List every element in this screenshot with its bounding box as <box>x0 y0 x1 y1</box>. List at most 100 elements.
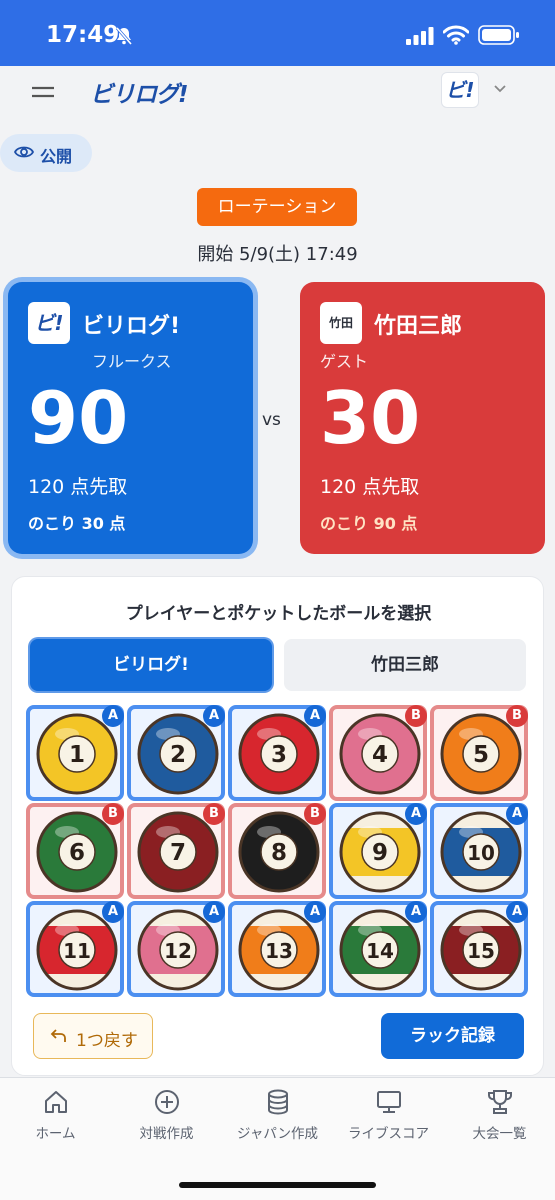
ball-number: 1 <box>69 742 85 768</box>
ball-owner-badge: A <box>405 901 427 923</box>
battery-icon <box>478 25 519 45</box>
ball-4-button[interactable]: 4B <box>329 705 427 801</box>
nav-home[interactable]: ホーム <box>0 1088 111 1142</box>
tab-player-a[interactable]: ビリログ! <box>30 639 272 691</box>
ball-6-button[interactable]: 6B <box>26 803 124 899</box>
ball-3-button[interactable]: 3A <box>228 705 326 801</box>
player-b-remaining: のこり 90 点 <box>320 514 418 533</box>
nav-japan-create[interactable]: ジャパン作成 <box>222 1088 333 1142</box>
ball-9-button[interactable]: 9A <box>329 803 427 899</box>
ball-7-button[interactable]: 7B <box>127 803 225 899</box>
trophy-icon <box>487 1090 512 1114</box>
undo-button[interactable]: 1つ戻す <box>33 1013 153 1059</box>
undo-arrow-icon <box>50 1029 66 1042</box>
ball-number: 11 <box>63 939 91 963</box>
nav-live-score-label: ライブスコア <box>348 1126 429 1142</box>
tab-player-b[interactable]: 竹田三郎 <box>284 639 526 691</box>
ball-owner-badge: B <box>102 803 124 825</box>
ball-number: 13 <box>265 939 293 963</box>
ball-1-button[interactable]: 1A <box>26 705 124 801</box>
app-logo[interactable]: ビリログ! <box>90 75 188 109</box>
player-a-name: ビリログ! <box>82 314 181 339</box>
ball-owner-badge: B <box>304 803 326 825</box>
ball-owner-badge: A <box>506 803 528 825</box>
vs-label: vs <box>262 410 281 430</box>
ball-number: 4 <box>372 742 388 768</box>
nav-create-match[interactable]: 対戦作成 <box>111 1088 222 1142</box>
visibility-toggle[interactable]: 公開 <box>0 134 92 172</box>
rack-record-button[interactable]: ラック記録 <box>381 1013 524 1059</box>
ball-number: 5 <box>473 742 489 768</box>
home-icon <box>44 1091 67 1113</box>
nav-tournaments[interactable]: 大会一覧 <box>444 1088 555 1142</box>
ball-owner-badge: A <box>102 705 124 727</box>
ball-owner-badge: A <box>304 705 326 727</box>
ball-number: 15 <box>467 939 495 963</box>
player-card-a[interactable]: ビ! ビリログ! フルークス 90 120 点先取 のこり 30 点 <box>8 282 253 554</box>
chevron-down-icon[interactable] <box>493 82 507 96</box>
panel-title: プレイヤーとポケットしたボールを選択 <box>125 604 432 624</box>
ball-number: 10 <box>467 841 495 865</box>
ball-number: 12 <box>164 939 192 963</box>
ball-number: 2 <box>170 742 186 768</box>
player-card-b[interactable]: 竹田 竹田三郎 ゲスト 30 120 点先取 のこり 90 点 <box>300 282 545 554</box>
home-indicator <box>179 1182 376 1188</box>
status-bar: 17:49 <box>0 0 555 66</box>
ball-number: 3 <box>271 742 287 768</box>
database-icon <box>267 1089 288 1115</box>
ball-14-button[interactable]: 14 A <box>329 901 427 997</box>
game-mode-badge: ローテーション <box>197 188 357 226</box>
ball-15-button[interactable]: 15 A <box>430 901 528 997</box>
nav-japan-create-label: ジャパン作成 <box>237 1126 318 1142</box>
ball-number: 14 <box>366 939 394 963</box>
player-b-score: 30 <box>320 376 421 460</box>
wifi-icon <box>443 25 469 45</box>
ball-number: 8 <box>271 840 287 866</box>
start-time: 開始 5/9(土) 17:49 <box>197 244 358 265</box>
ball-owner-badge: A <box>203 705 225 727</box>
visibility-label: 公開 <box>40 147 73 166</box>
ball-11-button[interactable]: 11 A <box>26 901 124 997</box>
ball-owner-badge: B <box>506 705 528 727</box>
ball-selection-panel: プレイヤーとポケットしたボールを選択 ビリログ! 竹田三郎 1つ戻す ラック記録… <box>11 576 544 1076</box>
undo-label: 1つ戻す <box>76 1031 138 1051</box>
ball-owner-badge: B <box>203 803 225 825</box>
ball-10-button[interactable]: 10 A <box>430 803 528 899</box>
app-header: ビリログ! ビ! <box>0 66 555 116</box>
player-a-race: 120 点先取 <box>28 476 128 498</box>
player-a-avatar: ビ! <box>28 302 70 344</box>
ball-5-button[interactable]: 5B <box>430 705 528 801</box>
nav-create-match-label: 対戦作成 <box>139 1126 194 1142</box>
plus-circle-icon <box>154 1090 179 1114</box>
player-a-score: 90 <box>28 376 129 460</box>
player-a-remaining: のこり 30 点 <box>28 514 126 533</box>
ball-12-button[interactable]: 12 A <box>127 901 225 997</box>
hamburger-menu-icon[interactable] <box>32 82 54 100</box>
eye-icon <box>14 146 34 158</box>
ball-13-button[interactable]: 13 A <box>228 901 326 997</box>
monitor-icon <box>376 1091 401 1113</box>
player-a-club: フルークス <box>92 352 172 371</box>
signal-icon <box>406 27 434 45</box>
player-b-avatar: 竹田 <box>320 302 362 344</box>
player-b-race: 120 点先取 <box>320 476 420 498</box>
ball-number: 9 <box>372 840 388 866</box>
ball-owner-badge: B <box>405 705 427 727</box>
ball-owner-badge: A <box>506 901 528 923</box>
status-time: 17:49 <box>46 22 120 48</box>
ball-owner-badge: A <box>203 901 225 923</box>
player-b-name: 竹田三郎 <box>374 314 463 339</box>
nav-home-label: ホーム <box>35 1126 76 1142</box>
ball-8-button[interactable]: 8B <box>228 803 326 899</box>
ball-owner-badge: A <box>405 803 427 825</box>
ball-owner-badge: A <box>304 901 326 923</box>
player-b-club: ゲスト <box>320 352 369 371</box>
ball-number: 6 <box>69 840 85 866</box>
nav-tournaments-label: 大会一覧 <box>472 1126 527 1142</box>
nav-live-score[interactable]: ライブスコア <box>333 1088 444 1142</box>
ball-number: 7 <box>170 840 186 866</box>
account-avatar[interactable]: ビ! <box>441 72 479 108</box>
ball-owner-badge: A <box>102 901 124 923</box>
ball-2-button[interactable]: 2A <box>127 705 225 801</box>
bell-muted-icon <box>115 27 133 45</box>
